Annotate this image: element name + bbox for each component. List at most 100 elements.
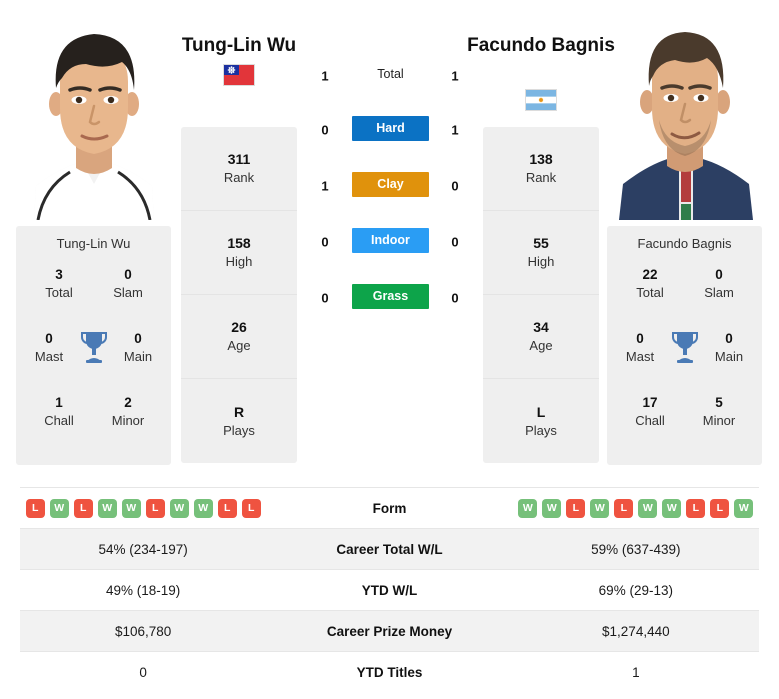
titles-right-slam: 0 Slam	[688, 265, 750, 302]
h2h-total-left-count: 1	[321, 68, 329, 84]
comparison-stats-table: LWLWWLWWLL Form WWLWLWWLLW 54% (234-197)…	[20, 487, 759, 692]
table-row-ytd-titles: 0 YTD Titles 1	[20, 651, 759, 692]
h2h-grass-right-count: 0	[451, 290, 459, 306]
form-badge-win: W	[121, 498, 141, 518]
titles-card-right: Facundo Bagnis 22 Total 0 Slam 0 Mast 0 …	[607, 226, 762, 465]
h2h-row-clay: 1 Clay 0	[300, 172, 480, 200]
titles-card-right-name: Facundo Bagnis	[637, 236, 732, 251]
ytd-wl-left: 49% (18-19)	[106, 582, 181, 598]
h2h-clay-left-count: 1	[321, 178, 329, 194]
titles-left-total-value: 3	[55, 267, 63, 282]
titles-left-total: 3 Total	[28, 265, 90, 302]
h2h-grass-left-count: 0	[321, 290, 329, 306]
surface-badge-clay[interactable]: Clay	[352, 172, 429, 197]
stat-rank-left-value: 311	[227, 151, 251, 167]
form-row-label: Form	[372, 500, 407, 516]
titles-right-total: 22 Total	[619, 265, 681, 302]
ytd-titles-label: YTD Titles	[356, 664, 423, 680]
form-badge-win: W	[169, 498, 189, 518]
trophy-icon	[79, 329, 109, 365]
stat-rank-right-label: Rank	[525, 170, 557, 185]
stat-high-left: 158 High	[181, 211, 297, 295]
surface-badge-indoor[interactable]: Indoor	[352, 228, 429, 253]
titles-right-minor: 5 Minor	[688, 393, 750, 430]
form-badge-loss: L	[145, 498, 165, 518]
titles-card-left-name: Tung-Lin Wu	[56, 236, 131, 251]
titles-left-main-value: 0	[134, 331, 142, 346]
titles-left-minor-value: 2	[124, 395, 132, 410]
form-left-cell: LWLWWLWWLL	[20, 498, 266, 518]
surface-badge-grass[interactable]: Grass	[352, 284, 429, 309]
stat-age-right-label: Age	[529, 338, 553, 353]
stat-age-left-value: 26	[231, 319, 247, 335]
titles-right-chall: 17 Chall	[619, 393, 681, 430]
form-badge-loss: L	[614, 498, 634, 518]
form-badge-loss: L	[217, 498, 237, 518]
titles-left-chall: 1 Chall	[28, 393, 90, 430]
career-total-wl-right: 59% (637-439)	[591, 541, 681, 557]
titles-left-chall-label: Chall	[44, 413, 74, 428]
form-badge-win: W	[518, 498, 538, 518]
table-row-form: LWLWWLWWLL Form WWLWLWWLLW	[20, 487, 759, 528]
titles-card-left: Tung-Lin Wu 3 Total 0 Slam 0 Mast 0 Main…	[16, 226, 171, 465]
stat-plays-left-label: Plays	[223, 422, 255, 438]
stat-plays-left: R Plays	[181, 379, 297, 463]
titles-right-mast-value: 0	[636, 331, 644, 346]
form-badge-win: W	[193, 498, 213, 518]
h2h-hard-left-count: 0	[321, 122, 329, 138]
h2h-row-hard: 0 Hard 1	[300, 116, 480, 144]
stat-rank-left-label: Rank	[223, 170, 255, 185]
career-prize-money-right: $1,274,440	[602, 623, 670, 639]
h2h-total-right-count: 1	[451, 68, 459, 84]
titles-left-slam: 0 Slam	[97, 265, 159, 302]
surface-badge-hard[interactable]: Hard	[352, 116, 429, 141]
table-row-career-prize-money: $106,780 Career Prize Money $1,274,440	[20, 610, 759, 651]
career-prize-money-label: Career Prize Money	[326, 623, 453, 639]
titles-left-mast-value: 0	[45, 331, 53, 346]
titles-left-mast: 0 Mast	[18, 329, 80, 366]
form-badge-win: W	[49, 498, 69, 518]
ytd-titles-left: 0	[139, 664, 147, 680]
player-comparison-header: Tung-Lin Wu Facundo Bagnis 1 Total 1 0 H…	[0, 0, 779, 478]
h2h-row-total: 1 Total 1	[300, 62, 480, 90]
stat-age-left: 26 Age	[181, 295, 297, 379]
titles-left-minor-label: Minor	[111, 413, 145, 428]
titles-grid-right: 22 Total 0 Slam 0 Mast 0 Main 17 Chall 5…	[607, 265, 762, 465]
titles-right-total-label: Total	[636, 285, 664, 300]
form-badge-win: W	[542, 498, 562, 518]
form-badge-win: W	[662, 498, 682, 518]
stat-plays-right: L Plays	[483, 379, 599, 463]
ytd-wl-right: 69% (29-13)	[598, 582, 673, 598]
titles-left-minor: 2 Minor	[97, 393, 159, 430]
stat-high-right-label: High	[527, 254, 555, 269]
titles-left-mast-label: Mast	[34, 349, 64, 364]
ytd-titles-right: 1	[632, 664, 640, 680]
h2h-indoor-left-count: 0	[321, 234, 329, 250]
titles-left-slam-label: Slam	[113, 285, 143, 300]
titles-left-chall-value: 1	[55, 395, 63, 410]
titles-right-slam-label: Slam	[704, 285, 734, 300]
stat-plays-left-value: R	[233, 403, 245, 420]
taiwan-flag-icon	[223, 64, 255, 86]
career-total-wl-label: Career Total W/L	[336, 541, 443, 557]
table-row-ytd-wl: 49% (18-19) YTD W/L 69% (29-13)	[20, 569, 759, 610]
titles-left-slam-value: 0	[124, 267, 132, 282]
h2h-total-label: Total	[377, 67, 404, 81]
titles-left-main-label: Main	[123, 349, 153, 364]
form-badge-win: W	[638, 498, 658, 518]
ytd-wl-label: YTD W/L	[361, 582, 418, 598]
titles-right-minor-value: 5	[715, 395, 723, 410]
h2h-row-indoor: 0 Indoor 0	[300, 228, 480, 256]
stat-rank-left: 311 Rank	[181, 127, 297, 211]
stat-age-right-value: 34	[533, 319, 549, 335]
titles-right-slam-value: 0	[715, 267, 723, 282]
titles-right-minor-label: Minor	[702, 413, 736, 428]
form-badge-loss: L	[25, 498, 45, 518]
trophy-icon	[670, 329, 700, 365]
titles-right-chall-label: Chall	[635, 413, 665, 428]
form-badge-loss: L	[566, 498, 586, 518]
career-total-wl-left: 54% (234-197)	[98, 541, 188, 557]
table-row-career-total-wl: 54% (234-197) Career Total W/L 59% (637-…	[20, 528, 759, 569]
titles-right-mast: 0 Mast	[609, 329, 671, 366]
form-badges-left: LWLWWLWWLL	[20, 498, 266, 518]
